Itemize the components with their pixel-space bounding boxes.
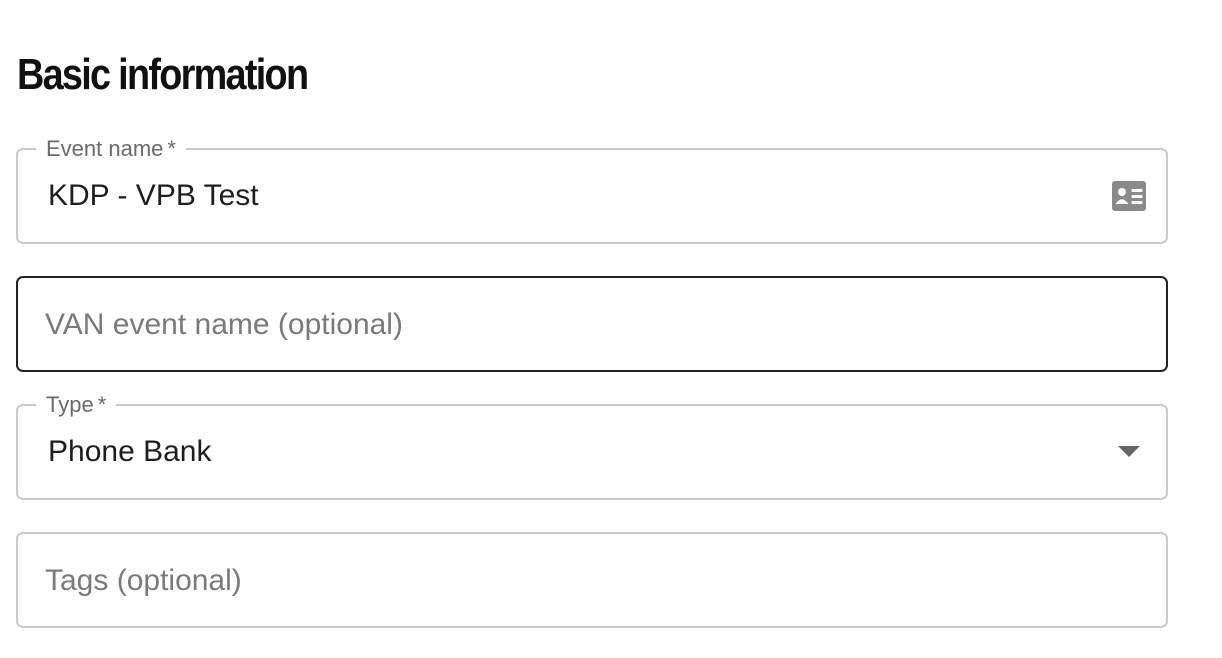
van-event-name-placeholder: VAN event name (optional)	[45, 308, 403, 341]
contact-card-icon[interactable]	[1112, 181, 1146, 211]
type-label: Type *	[36, 392, 117, 418]
event-name-field[interactable]: Event name * KDP - VPB Test	[16, 136, 1168, 244]
type-label-text: Type	[46, 392, 94, 417]
event-name-label: Event name *	[36, 136, 186, 162]
section-title: Basic information	[17, 50, 309, 99]
basic-information-form: Basic information Event name * KDP - VPB …	[0, 0, 1222, 658]
tags-placeholder: Tags (optional)	[45, 564, 242, 597]
type-selected-value: Phone Bank	[48, 435, 212, 468]
type-select[interactable]: Type * Phone Bank	[16, 392, 1168, 500]
event-name-label-text: Event name	[46, 136, 164, 161]
required-marker: *	[97, 392, 107, 417]
caret-down-icon[interactable]	[1118, 446, 1140, 457]
event-name-value[interactable]: KDP - VPB Test	[48, 178, 259, 214]
required-marker: *	[167, 136, 176, 161]
van-event-name-field[interactable]: VAN event name (optional)	[16, 276, 1168, 372]
tags-field[interactable]: Tags (optional)	[16, 532, 1168, 628]
